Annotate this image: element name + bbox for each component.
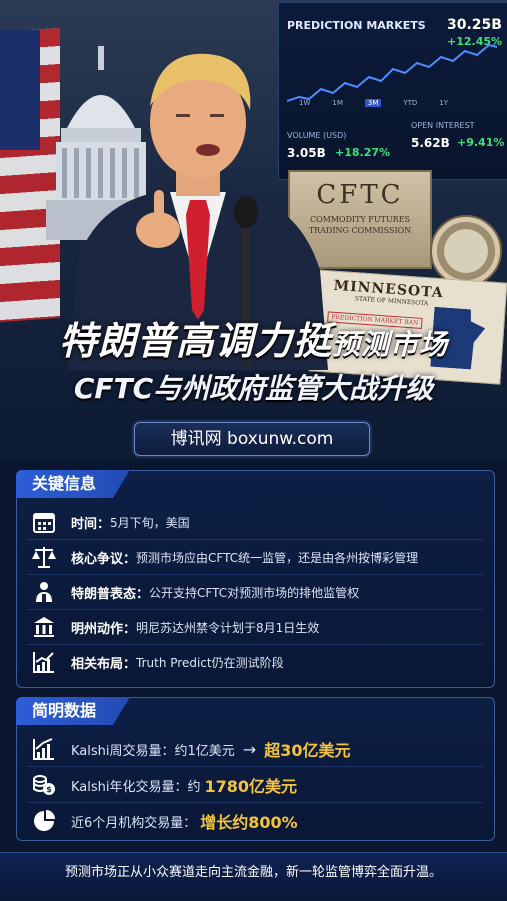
brief-data-row: Kalshi周交易量：约1亿美元 → 超30亿美元 <box>27 732 483 767</box>
key-info-label: 时间： <box>71 516 111 532</box>
screen-main-value: 30.25B <box>447 17 502 33</box>
bar-chart-icon <box>27 737 61 761</box>
key-info-row: 相关布局： Truth Predict仍在测试阶段 <box>27 645 483 679</box>
brief-data-text: Kalshi年化交易量：约 <box>71 779 201 795</box>
key-info-header: 关键信息 <box>16 470 131 498</box>
hero-banner: PREDICTION MARKETS 30.25B +12.45% 1W 1M … <box>0 0 507 462</box>
headline-line1-main: 特朗普高调力挺 <box>58 319 332 363</box>
speaker-icon <box>27 580 61 604</box>
key-info-row: 明州动作： 明尼苏达州禁令计划于8月1日生效 <box>27 610 483 645</box>
brief-data-text: Kalshi周交易量：约1亿美元 <box>71 743 235 759</box>
brief-data-highlight: 超30亿美元 <box>264 741 351 760</box>
tab-3m: 3M <box>364 99 382 107</box>
government-building-icon <box>27 615 61 639</box>
cftc-seal-icon <box>430 215 502 287</box>
footer-summary: 预测市场正从小众赛道走向主流金融，新一轮监管博弈全面升温。 <box>0 852 507 901</box>
key-info-row: 时间： 5月下旬，美国 <box>27 505 483 540</box>
flag-canton <box>0 30 40 150</box>
key-info-row: 特朗普表态： 公开支持CFTC对预测市场的排他监管权 <box>27 575 483 610</box>
tab-ytd: YTD <box>403 99 418 107</box>
arrow-right-icon: → <box>242 739 257 759</box>
brief-data-row: $ Kalshi年化交易量：约 1780亿美元 <box>27 768 483 803</box>
tab-1y: 1Y <box>439 99 449 107</box>
headline-line2: CFTC与州政府监管大战升级 <box>73 372 434 405</box>
key-info-value: 公开支持CFTC对预测市场的排他监管权 <box>149 585 360 600</box>
key-info-value: 明尼苏达州禁令计划于8月1日生效 <box>136 620 320 635</box>
key-info-label: 明州动作： <box>71 621 137 637</box>
scales-icon <box>27 545 61 569</box>
brief-data-header: 简明数据 <box>16 697 131 725</box>
headline: 特朗普高调力挺预测市场 CFTC与州政府监管大战升级 <box>0 310 507 407</box>
open-interest-label: OPEN INTEREST <box>411 121 475 130</box>
open-interest-value: 5.62B <box>411 136 450 150</box>
svg-text:$: $ <box>46 785 52 794</box>
volume-change: +18.27% <box>335 146 391 159</box>
coins-icon: $ <box>27 773 61 797</box>
site-badge: 博讯网 boxunw.com <box>134 422 370 456</box>
tab-1m: 1M <box>332 99 343 107</box>
growth-chart-icon <box>27 650 61 674</box>
screen-title: PREDICTION MARKETS <box>287 19 426 32</box>
brief-data-highlight: 增长约800% <box>200 813 298 832</box>
brief-data-panel: 简明数据 Kalshi周交易量：约1亿美元 → 超30亿美元 $ Kalshi年… <box>16 697 495 841</box>
key-info-row: 核心争议： 预测市场应由CFTC统一监管，还是由各州按博彩管理 <box>27 540 483 575</box>
key-info-label: 核心争议： <box>71 551 137 567</box>
headline-line1: 特朗普高调力挺预测市场 <box>0 310 507 365</box>
key-info-value: Truth Predict仍在测试阶段 <box>136 655 284 670</box>
key-info-panel: 关键信息 时间： 5月下旬，美国 核心争议： 预测市场应由CFTC统一监管，还是… <box>16 470 495 688</box>
brief-data-text: 近6个月机构交易量： <box>71 815 197 831</box>
brief-data-row: 近6个月机构交易量： 增长约800% <box>27 804 483 838</box>
headline-line1-tail: 预测市场 <box>332 328 449 361</box>
key-info-value: 5月下旬，美国 <box>110 515 190 530</box>
calendar-icon <box>27 510 61 534</box>
key-info-label: 相关布局： <box>71 656 137 672</box>
key-info-value: 预测市场应由CFTC统一监管，还是由各州按博彩管理 <box>136 550 419 565</box>
open-interest-change: +9.41% <box>457 136 505 149</box>
brief-data-highlight: 1780亿美元 <box>204 777 298 796</box>
key-info-label: 特朗普表态： <box>71 586 150 602</box>
pie-chart-icon <box>27 809 61 833</box>
